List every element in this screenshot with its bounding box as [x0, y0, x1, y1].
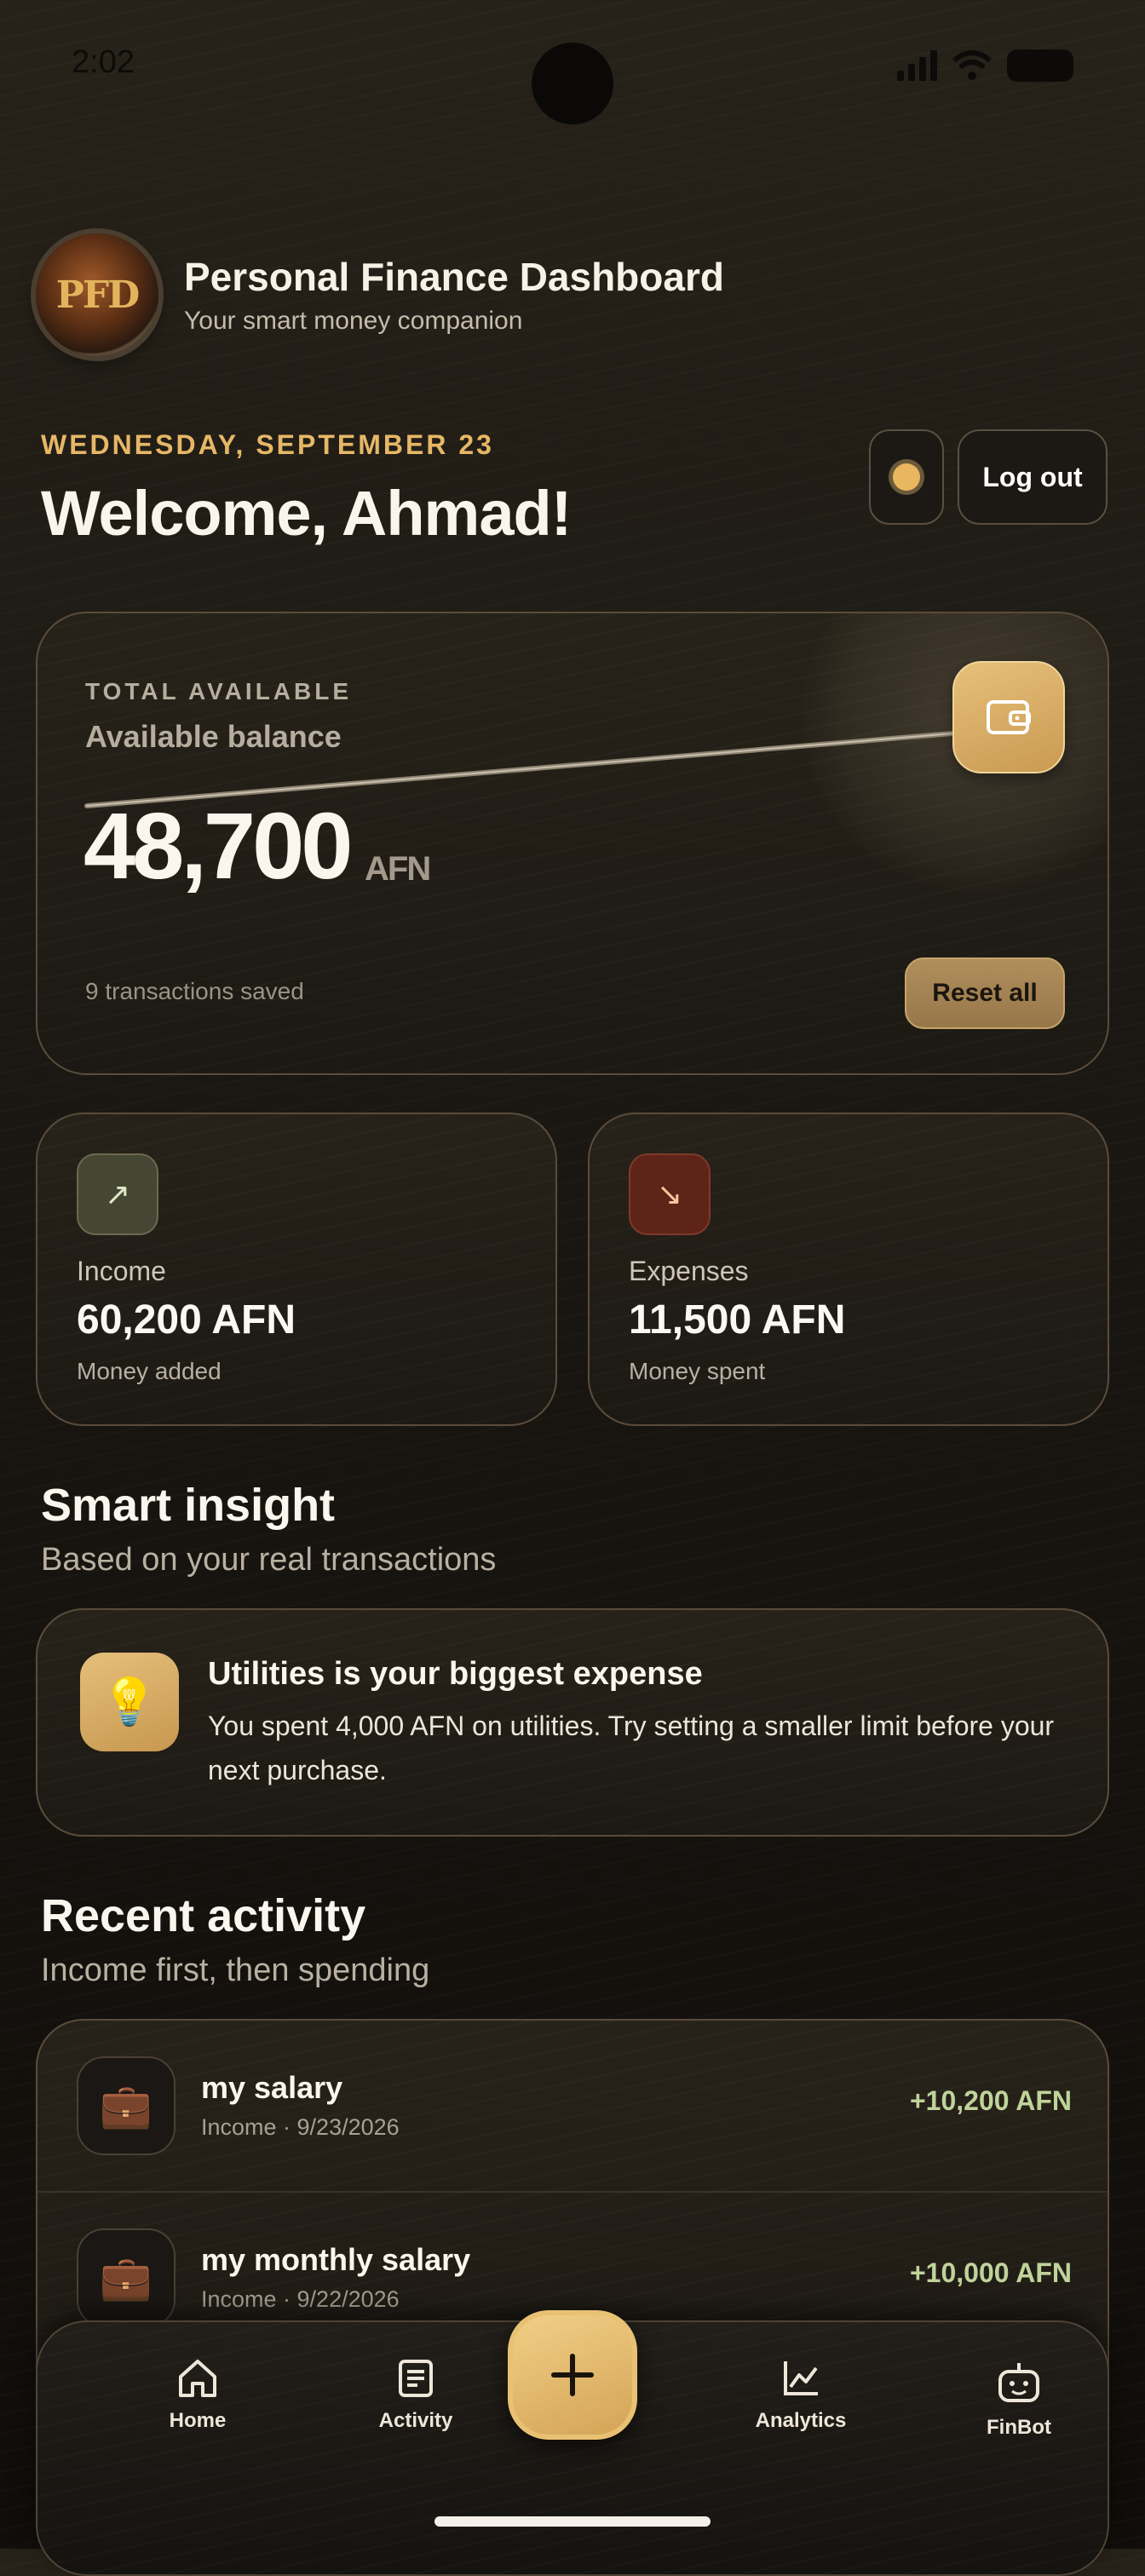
reset-all-button[interactable]: Reset all: [905, 957, 1065, 1029]
theme-toggle-button[interactable]: [869, 429, 944, 525]
battery-icon: [1007, 49, 1073, 82]
income-note: Money added: [77, 1358, 222, 1384]
insight-title: Utilities is your biggest expense: [208, 1656, 703, 1692]
logo-text: PFD: [55, 273, 140, 317]
lightbulb-icon: 💡: [80, 1653, 179, 1751]
activity-meta: Income · 9/23/2026: [201, 2114, 400, 2140]
activity-section-title: Recent activity: [41, 1890, 366, 1941]
add-transaction-button[interactable]: [508, 2310, 637, 2440]
date-label: WEDNESDAY, SEPTEMBER 23: [41, 429, 494, 460]
bot-icon: [998, 2363, 1039, 2402]
expenses-card[interactable]: ↘ Expenses 11,500 AFN Money spent: [588, 1113, 1109, 1426]
balance-amount: 48,700: [83, 794, 353, 899]
nav-home-label: Home: [169, 2409, 227, 2432]
balance-sublabel: Available balance: [85, 719, 342, 754]
nav-finbot-label: FinBot: [987, 2416, 1051, 2439]
nav-analytics-label: Analytics: [755, 2409, 847, 2432]
balance-card: TOTAL AVAILABLE Available balance 48,700…: [36, 612, 1109, 1075]
list-item[interactable]: 💼 my salary Income · 9/23/2026 +10,200 A…: [37, 2021, 1108, 2193]
transactions-count: 9 transactions saved: [85, 978, 304, 1004]
signal-icon: [897, 50, 937, 81]
activity-amount: +10,000 AFN: [909, 2257, 1072, 2288]
insight-section-subtitle: Based on your real transactions: [41, 1542, 497, 1578]
arrow-up-right-icon: ↗: [77, 1153, 158, 1235]
arrow-down-right-icon: ↘: [629, 1153, 711, 1235]
home-icon: [179, 2360, 216, 2397]
activity-icon: [399, 2360, 433, 2397]
welcome-heading: Welcome, Ahmad!: [41, 478, 572, 549]
sun-icon: [893, 463, 920, 491]
nav-finbot[interactable]: FinBot: [944, 2360, 1094, 2440]
briefcase-icon: 💼: [77, 2056, 175, 2155]
activity-meta: Income · 9/22/2026: [201, 2286, 400, 2312]
app-title: Personal Finance Dashboard: [184, 255, 724, 299]
activity-amount: +10,200 AFN: [909, 2085, 1072, 2116]
app-logo: PFD: [36, 233, 158, 356]
plus-icon: [551, 2354, 594, 2396]
wallet-button[interactable]: [952, 661, 1065, 773]
expenses-label: Expenses: [629, 1256, 749, 1286]
nav-activity-label: Activity: [378, 2409, 453, 2432]
income-value: 60,200 AFN: [77, 1297, 296, 1343]
expenses-note: Money spent: [629, 1358, 766, 1384]
analytics-icon: [784, 2361, 818, 2395]
activity-section-subtitle: Income first, then spending: [41, 1952, 430, 1988]
wallet-icon: [987, 700, 1031, 734]
nav-activity[interactable]: Activity: [341, 2356, 491, 2433]
briefcase-icon: 💼: [77, 2228, 175, 2327]
wifi-icon: [952, 50, 992, 80]
status-icons: [897, 49, 1073, 82]
insight-section-title: Smart insight: [41, 1480, 336, 1531]
logout-button[interactable]: Log out: [958, 429, 1108, 525]
expenses-value: 11,500 AFN: [629, 1297, 846, 1343]
insight-text: You spent 4,000 AFN on utilities. Try se…: [208, 1711, 1055, 1785]
balance-label: TOTAL AVAILABLE: [85, 678, 353, 704]
income-card[interactable]: ↗ Income 60,200 AFN Money added: [36, 1113, 557, 1426]
camera-cutout: [532, 43, 613, 124]
app-subtitle: Your smart money companion: [184, 307, 523, 335]
income-label: Income: [77, 1256, 166, 1286]
activity-title: my monthly salary: [201, 2242, 471, 2277]
status-time: 2:02: [72, 44, 135, 80]
balance-currency: AFN: [365, 850, 431, 888]
activity-title: my salary: [201, 2070, 343, 2105]
nav-home[interactable]: Home: [123, 2356, 273, 2433]
home-indicator[interactable]: [434, 2516, 711, 2527]
nav-analytics[interactable]: Analytics: [726, 2356, 876, 2433]
insight-card: 💡 Utilities is your biggest expense You …: [36, 1608, 1109, 1837]
